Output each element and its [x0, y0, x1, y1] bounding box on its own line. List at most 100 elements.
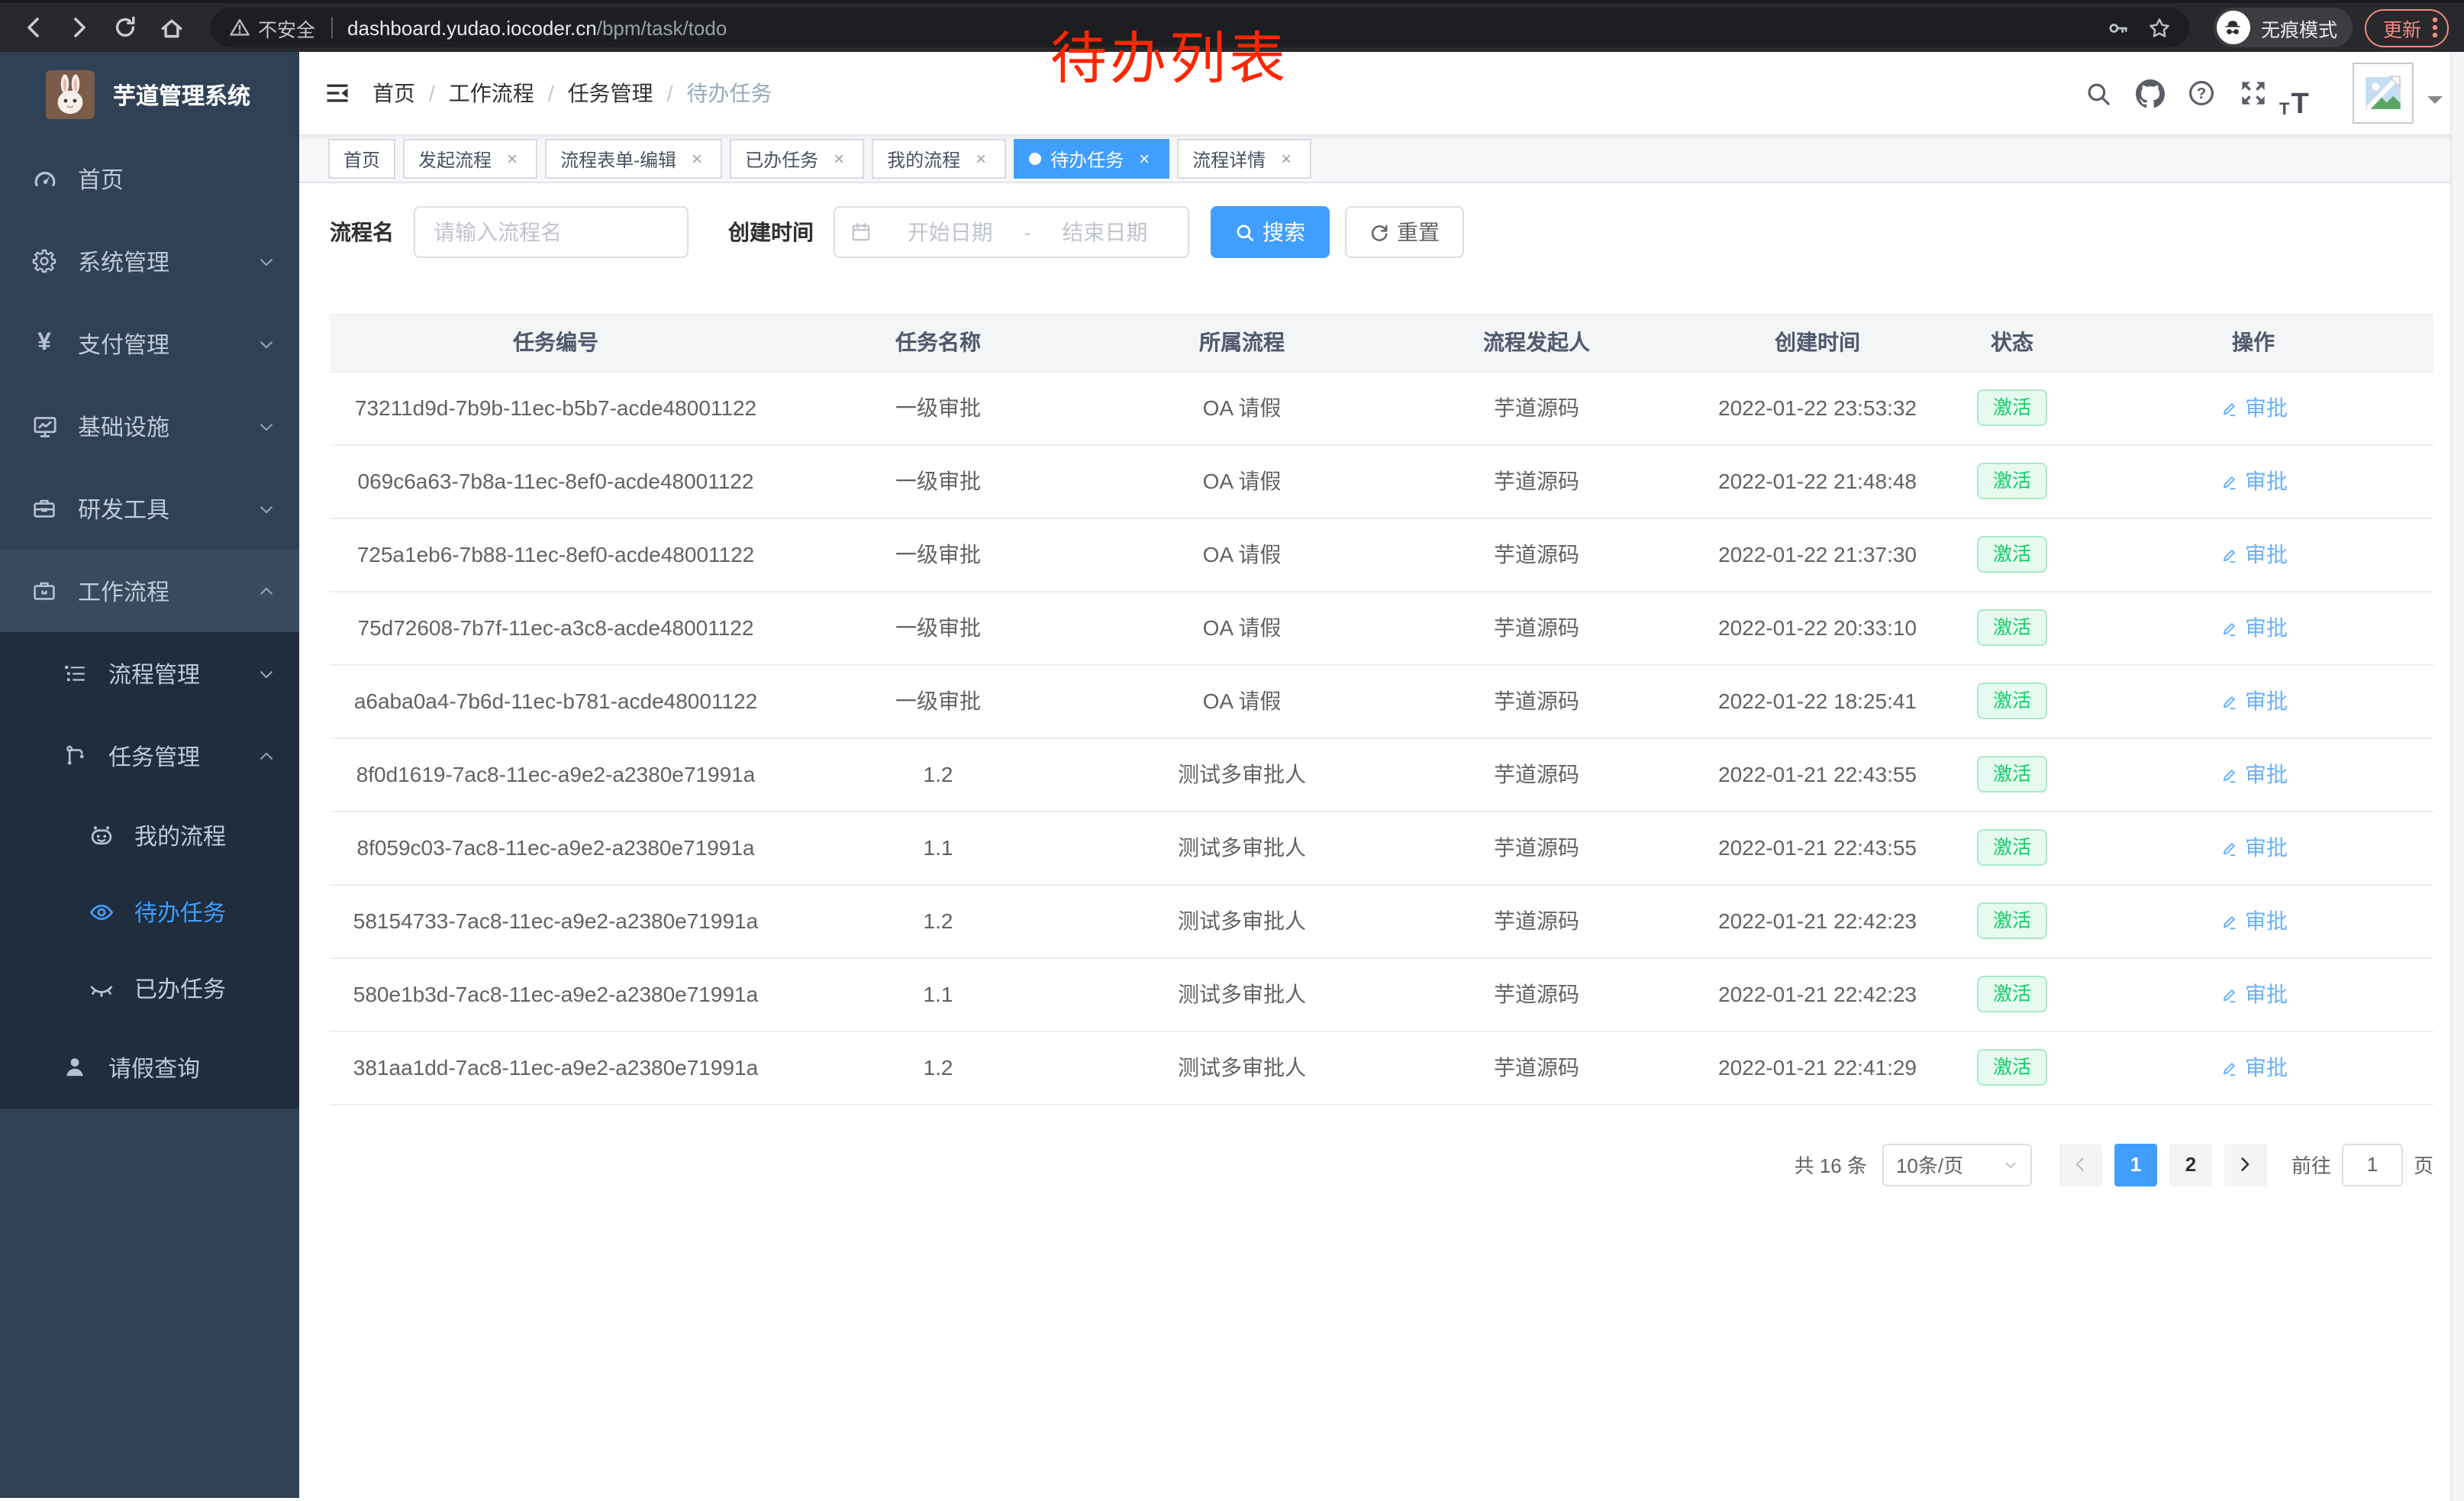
help-icon[interactable]: ?	[2175, 67, 2227, 119]
sidebar-item-label: 已办任务	[134, 972, 226, 1004]
browser-toolbar: 不安全 dashboard.yudao.iocoder.cn/bpm/task/…	[0, 0, 2464, 52]
approve-link[interactable]: 审批	[2219, 392, 2288, 423]
user-icon	[61, 1055, 89, 1080]
robot-icon	[87, 822, 114, 848]
range-separator: -	[1024, 220, 1030, 244]
user-avatar[interactable]	[2353, 63, 2443, 124]
sidebar-item-todo-tasks[interactable]: 待办任务	[0, 873, 299, 950]
page-size-select[interactable]: 10条/页	[1882, 1143, 2032, 1186]
sidebar-item-system[interactable]: 系统管理	[0, 220, 299, 302]
address-bar[interactable]: 不安全 dashboard.yudao.iocoder.cn/bpm/task/…	[211, 8, 2189, 47]
close-icon[interactable]: ×	[1276, 149, 1296, 169]
tab-my-process[interactable]: 我的流程×	[872, 139, 1006, 179]
browser-back-icon[interactable]	[15, 9, 52, 46]
browser-home-icon[interactable]	[153, 9, 189, 46]
goto-label: 前往	[2291, 1150, 2331, 1179]
fullscreen-icon[interactable]	[2227, 67, 2279, 119]
approve-link[interactable]: 审批	[2219, 612, 2288, 643]
sidebar-item-workflow[interactable]: 工作流程	[0, 550, 299, 632]
app-logo[interactable]: 芋道管理系统	[0, 52, 299, 137]
sidebar-item-leave-query[interactable]: 请假查询	[0, 1026, 299, 1109]
approve-link[interactable]: 审批	[2219, 832, 2288, 863]
tab-start-process[interactable]: 发起流程×	[403, 139, 537, 179]
close-icon[interactable]: ×	[829, 149, 849, 169]
not-secure-warning-icon	[229, 17, 250, 38]
page-content: 流程名 创建时间 开始日期 - 结束日期 搜索	[299, 183, 2464, 1498]
start-date-placeholder[interactable]: 开始日期	[882, 217, 1018, 247]
table-row: 8f059c03-7ac8-11ec-a9e2-a2380e71991a1.1测…	[330, 811, 2433, 884]
table-body: 73211d9d-7b9b-11ec-b5b7-acde48001122一级审批…	[330, 371, 2433, 1104]
tab-process-detail[interactable]: 流程详情×	[1177, 139, 1311, 179]
app-title: 芋道管理系统	[113, 79, 250, 111]
page-unit-label: 页	[2414, 1150, 2433, 1179]
dashboard-icon	[31, 166, 58, 192]
browser-forward-icon[interactable]	[61, 9, 98, 46]
status-badge: 激活	[1978, 463, 2046, 499]
chevron-down-icon	[258, 335, 275, 352]
approve-link[interactable]: 审批	[2219, 979, 2288, 1009]
bookmark-star-icon[interactable]	[2148, 16, 2171, 39]
font-size-icon[interactable]: TT	[2279, 67, 2331, 119]
tab-done-tasks[interactable]: 已办任务×	[730, 139, 864, 179]
reset-button[interactable]: 重置	[1345, 206, 1464, 258]
date-range-picker[interactable]: 开始日期 - 结束日期	[834, 206, 1189, 258]
url-text[interactable]: dashboard.yudao.iocoder.cn/bpm/task/todo	[347, 16, 727, 39]
close-icon[interactable]: ×	[502, 149, 522, 169]
browser-update-button[interactable]: 更新	[2365, 8, 2449, 47]
chevron-down-icon	[258, 665, 275, 682]
approve-link[interactable]: 审批	[2219, 466, 2288, 496]
close-icon[interactable]: ×	[687, 149, 707, 169]
end-date-placeholder[interactable]: 结束日期	[1037, 217, 1172, 247]
approve-link[interactable]: 审批	[2219, 1052, 2288, 1083]
tasks-table: 任务编号 任务名称 所属流程 流程发起人 创建时间 状态 操作 73211d9d…	[330, 313, 2433, 1105]
close-icon[interactable]: ×	[971, 149, 991, 169]
sidebar-item-devtools[interactable]: 研发工具	[0, 467, 299, 550]
process-name-input[interactable]	[414, 206, 689, 258]
scrollbar[interactable]	[2450, 52, 2464, 1501]
table-row: 725a1eb6-7b88-11ec-8ef0-acde48001122一级审批…	[330, 518, 2433, 591]
sidebar-item-done-tasks[interactable]: 已办任务	[0, 950, 299, 1026]
calendar-icon	[850, 221, 872, 243]
breadcrumb-task-mgmt[interactable]: 任务管理	[568, 78, 653, 108]
search-button[interactable]: 搜索	[1211, 206, 1330, 258]
sidebar-collapse-icon[interactable]	[299, 79, 373, 107]
page-button-2[interactable]: 2	[2169, 1143, 2212, 1186]
tabs-bar: 首页 发起流程× 流程表单-编辑× 已办任务× 我的流程× 待办任务× 流程详情…	[299, 134, 2464, 183]
chevron-up-icon	[258, 583, 275, 599]
tab-form-edit[interactable]: 流程表单-编辑×	[545, 139, 722, 179]
search-icon[interactable]	[2072, 67, 2124, 119]
col-task-name: 任务名称	[782, 313, 1095, 371]
update-label: 更新	[2383, 13, 2421, 42]
not-secure-label[interactable]: 不安全	[258, 13, 315, 42]
goto-page-input[interactable]	[2342, 1143, 2403, 1186]
eye-closed-icon	[87, 975, 114, 1001]
close-icon[interactable]: ×	[1134, 149, 1154, 169]
page-button-1[interactable]: 1	[2114, 1143, 2157, 1186]
approve-link[interactable]: 审批	[2219, 686, 2288, 716]
approve-link[interactable]: 审批	[2219, 905, 2288, 936]
tab-home[interactable]: 首页	[328, 139, 395, 179]
sidebar-item-payment[interactable]: ¥ 支付管理	[0, 302, 299, 385]
breadcrumb-home[interactable]: 首页	[373, 78, 415, 108]
sidebar-item-process-mgmt[interactable]: 流程管理	[0, 632, 299, 715]
approve-link[interactable]: 审批	[2219, 539, 2288, 570]
sidebar-item-my-process[interactable]: 我的流程	[0, 797, 299, 873]
avatar-broken-image-icon	[2353, 63, 2414, 124]
breadcrumb-workflow[interactable]: 工作流程	[449, 78, 534, 108]
sidebar-item-label: 任务管理	[108, 740, 200, 772]
next-page-button[interactable]	[2224, 1143, 2267, 1186]
gear-icon	[31, 249, 58, 273]
status-badge: 激活	[1978, 756, 2046, 792]
password-key-icon[interactable]	[2107, 16, 2130, 39]
approve-link[interactable]: 审批	[2219, 759, 2288, 789]
status-badge: 激活	[1978, 1049, 2046, 1086]
tab-todo-tasks[interactable]: 待办任务×	[1014, 139, 1169, 179]
incognito-badge: 无痕模式	[2214, 8, 2353, 47]
github-icon[interactable]	[2124, 67, 2175, 119]
pagination: 共 16 条 10条/页 1 2 前往 页	[330, 1143, 2433, 1231]
sidebar-item-task-mgmt[interactable]: 任务管理	[0, 715, 299, 797]
sidebar-item-infrastructure[interactable]: 基础设施	[0, 385, 299, 467]
sidebar-item-home[interactable]: 首页	[0, 137, 299, 220]
browser-reload-icon[interactable]	[107, 9, 144, 46]
prev-page-button[interactable]	[2059, 1143, 2102, 1186]
